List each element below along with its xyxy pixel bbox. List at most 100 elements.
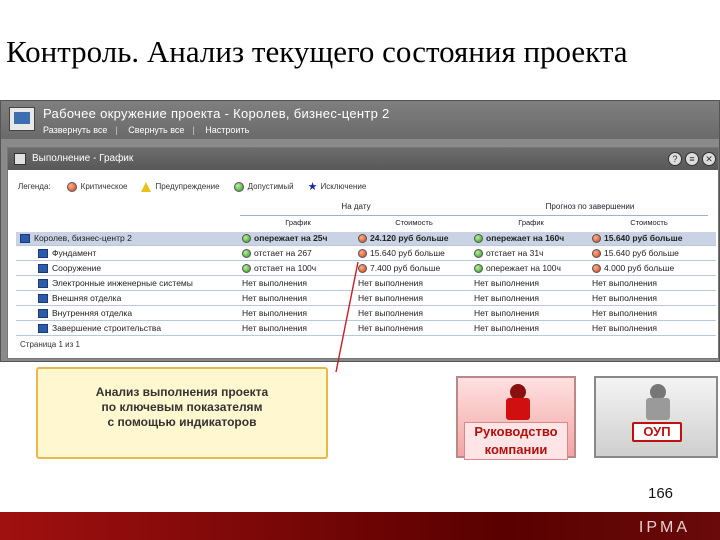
row-cell: Нет выполнения (474, 293, 586, 303)
legend: Легенда: Критическое Предупреждение Допу… (18, 180, 380, 193)
oup-label: ОУП (632, 422, 682, 442)
row-cell: Нет выполнения (592, 278, 704, 288)
row-name: Электронные инженерные системы (38, 278, 193, 288)
row-name: Завершение строительства (38, 323, 161, 333)
red-status-icon (358, 233, 367, 243)
row-cell: Нет выполнения (474, 308, 586, 318)
app-title: Рабочее окружение проекта - Королев, биз… (43, 106, 390, 121)
task-node-icon (38, 278, 48, 288)
table-row[interactable]: Сооружение отстает на 100ч 7.400 руб больш… (16, 262, 716, 276)
row-cell: Нет выполнения (474, 323, 586, 333)
expand-all-link[interactable]: Развернуть все (43, 125, 107, 135)
red-status-icon (66, 181, 77, 192)
row-cell-text: Нет выполнения (592, 278, 658, 288)
row-name-text: Внутренняя отделка (52, 308, 133, 318)
legend-critical-label: Критическое (80, 182, 128, 191)
task-node-icon (38, 293, 48, 303)
row-cell: 4.000 руб больше (592, 263, 704, 273)
callout-line-3: с помощью индикаторов (107, 415, 257, 429)
workspace-icon (9, 107, 35, 131)
table-row[interactable]: Завершение строительства Нет выполнения Не… (16, 322, 716, 336)
row-name-text: Электронные инженерные системы (52, 278, 193, 288)
row-cell-text: 7.400 руб больше (370, 263, 441, 273)
close-icon[interactable]: ✕ (702, 152, 716, 166)
menu-icon[interactable]: ≡ (685, 152, 699, 166)
row-cell-text: отстает на 100ч (254, 263, 317, 273)
row-cell: Нет выполнения (358, 323, 470, 333)
row-cell: Нет выполнения (242, 293, 354, 303)
oup-card: ОУП (594, 376, 718, 458)
row-cell-text: 24.120 руб больше (370, 233, 449, 243)
table-row[interactable]: Электронные инженерные системы Нет выполн… (16, 277, 716, 291)
green-status-icon (242, 263, 251, 273)
table-row-root[interactable]: Королев, бизнес-центр 2 опережает на 25ч 2… (16, 232, 716, 246)
legend-acceptable: Допустимый (233, 181, 294, 192)
callout-box: Анализ выполнения проекта по ключевым по… (36, 367, 328, 459)
group-header-forecast: Прогноз по завершении (472, 202, 708, 216)
help-icon[interactable]: ? (668, 152, 682, 166)
row-cell: 7.400 руб больше (358, 263, 470, 273)
red-status-icon (592, 248, 601, 258)
red-status-icon (358, 248, 367, 258)
table-row[interactable]: Фундамент отстает на 267 15.640 руб больше… (16, 247, 716, 261)
red-status-icon (592, 263, 601, 273)
row-name-text: Сооружение (52, 263, 102, 273)
task-node-icon (38, 248, 48, 258)
collapse-all-link[interactable]: Свернуть все (128, 125, 184, 135)
task-node-icon (20, 233, 30, 243)
green-status-icon (242, 233, 251, 243)
ipma-logo: IPMA (638, 519, 690, 536)
row-cell-text: Нет выполнения (242, 278, 308, 288)
green-status-icon (474, 233, 483, 243)
callout-line-1: Анализ выполнения проекта (95, 385, 269, 399)
row-cell-text: Нет выполнения (242, 323, 308, 333)
row-cell: 24.120 руб больше (358, 233, 470, 243)
row-cell-text: Нет выполнения (358, 293, 424, 303)
star-icon: ★ (307, 181, 318, 193)
configure-link[interactable]: Настроить (205, 125, 249, 135)
col-header-cost-2: Стоимость (630, 218, 668, 227)
col-header-schedule-2: График (518, 218, 544, 227)
row-cell: 15.640 руб больше (358, 248, 470, 258)
row-cell-text: опережает на 100ч (486, 263, 561, 273)
row-cell: Нет выполнения (474, 278, 586, 288)
row-name-text: Фундамент (52, 248, 97, 258)
row-name-text: Завершение строительства (52, 323, 162, 333)
row-name: Внешняя отделка (38, 293, 121, 303)
row-cell-text: Нет выполнения (474, 323, 540, 333)
col-header-cost-1: Стоимость (395, 218, 433, 227)
row-cell-text: Нет выполнения (242, 293, 308, 303)
row-cell: Нет выполнения (242, 323, 354, 333)
row-cell-text: 15.640 руб больше (604, 248, 679, 258)
legend-exception: ★ Исключение (308, 180, 367, 193)
legend-exception-label: Исключение (320, 182, 367, 191)
table-row[interactable]: Внутренняя отделка Нет выполнения Нет выпо… (16, 307, 716, 321)
page-number: 166 (648, 485, 674, 502)
pager: Страница 1 из 1 (20, 340, 80, 349)
row-cell: 15.640 руб больше (592, 248, 704, 258)
row-name-text: Внешняя отделка (52, 293, 122, 303)
row-cell: Нет выполнения (592, 308, 704, 318)
row-cell-text: опережает на 25ч (254, 233, 328, 243)
row-cell: опережает на 100ч (474, 263, 586, 273)
row-cell-text: отстает на 31ч (486, 248, 544, 258)
row-cell: Нет выполнения (358, 293, 470, 303)
row-cell-text: 4.000 руб больше (604, 263, 675, 273)
task-node-icon (38, 263, 48, 273)
row-cell: Нет выполнения (592, 323, 704, 333)
schedule-panel: Выполнение - График ? ≡ ✕ Легенда: Крити… (7, 147, 719, 359)
green-status-icon (242, 248, 251, 258)
row-cell: Нет выполнения (242, 278, 354, 288)
table-row[interactable]: Внешняя отделка Нет выполнения Нет выполне… (16, 292, 716, 306)
row-cell: Нет выполнения (592, 293, 704, 303)
row-cell-text: опережает на 160ч (486, 233, 565, 243)
slide-title: Контроль. Анализ текущего состояния прое… (6, 34, 628, 69)
row-cell: отстает на 100ч (242, 263, 354, 273)
green-status-icon (474, 248, 483, 258)
green-status-icon (233, 181, 244, 192)
row-cell: Нет выполнения (358, 308, 470, 318)
footer-bar: IPMA (0, 512, 720, 540)
legend-warning: Предупреждение (141, 181, 220, 192)
row-cell-text: 15.640 руб больше (604, 233, 683, 243)
row-name: Королев, бизнес-центр 2 (20, 233, 132, 243)
